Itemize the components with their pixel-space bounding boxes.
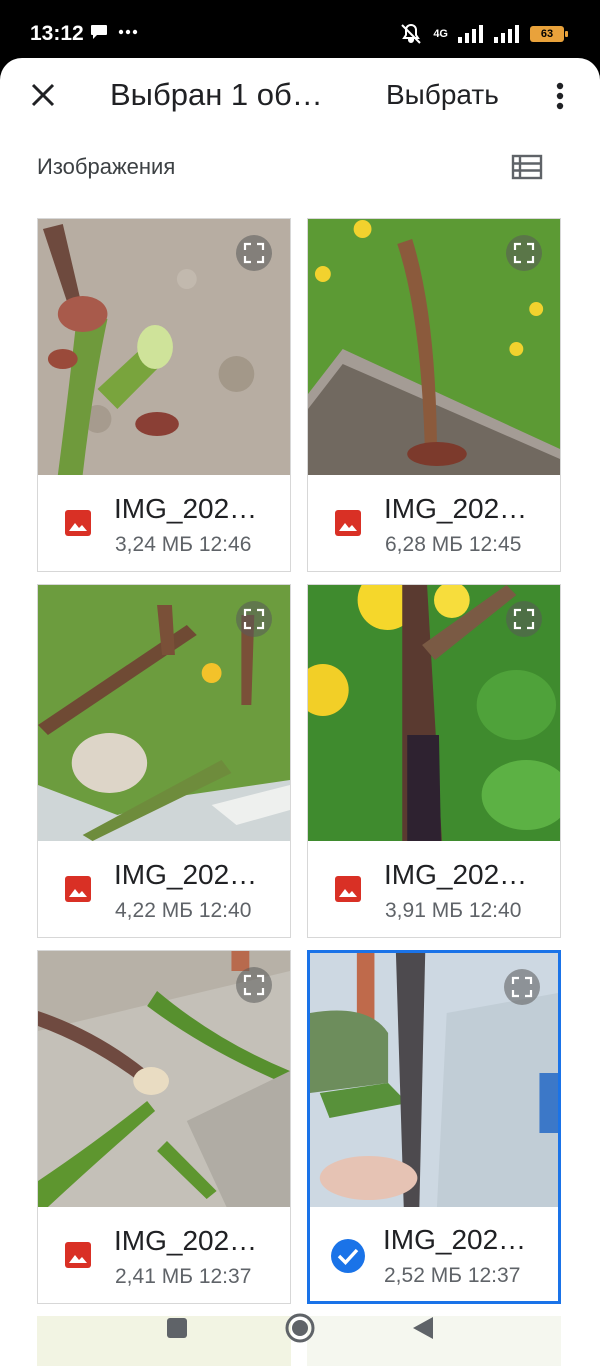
battery-level: 63 [540,28,554,40]
image-file-icon [65,1242,91,1268]
file-meta: 2,52 МБ 12:37 [384,1264,521,1287]
file-name: IMG_202… [114,1225,258,1256]
file-name: IMG_202… [114,493,258,524]
file-card[interactable]: IMG_202… 2,41 МБ 12:37 [37,950,291,1304]
expand-icon[interactable] [236,235,272,271]
page-title: Выбран 1 об… [110,77,323,112]
home-icon[interactable] [284,1312,316,1344]
expand-icon[interactable] [504,969,540,1005]
mute-icon [401,23,422,44]
network-label: 4G [433,27,448,40]
app-bar: Выбран 1 об… Выбрать [0,58,600,138]
status-time: 13:12 [30,22,84,45]
expand-icon[interactable] [506,235,542,271]
file-card[interactable]: IMG_202… 3,91 МБ 12:40 [307,584,561,938]
file-name: IMG_202… [114,859,258,890]
message-icon [91,25,107,39]
expand-icon[interactable] [236,601,272,637]
file-card[interactable]: IMG_202… 4,22 МБ 12:40 [37,584,291,938]
battery-icon: 63 [530,26,568,42]
file-name: IMG_202… [384,859,528,890]
expand-icon[interactable] [236,967,272,1003]
file-name: IMG_202… [383,1224,527,1255]
image-file-icon [335,876,361,902]
file-meta: 6,28 МБ 12:45 [385,533,522,556]
signal-icon-2 [494,25,519,43]
image-file-icon [65,876,91,902]
section-title: Изображения [37,154,176,179]
check-circle-icon [331,1239,365,1273]
file-meta: 2,41 МБ 12:37 [115,1265,252,1288]
file-meta: 4,22 МБ 12:40 [115,899,252,922]
file-picker-sheet: Выбран 1 об… Выбрать Изображения IMG_202… [0,58,600,1366]
file-card-selected[interactable]: IMG_202… 2,52 МБ 12:37 [307,950,561,1304]
signal-icon [458,25,483,43]
file-name: IMG_202… [384,493,528,524]
more-notifications-icon [118,29,138,35]
back-icon[interactable] [411,1315,435,1341]
file-card[interactable]: IMG_202… 3,24 МБ 12:46 [37,218,291,572]
navigation-bar [0,1290,600,1366]
close-icon[interactable] [24,76,62,114]
recent-apps-icon[interactable] [165,1316,189,1340]
file-meta: 3,91 МБ 12:40 [385,899,522,922]
select-button[interactable]: Выбрать [386,79,499,111]
expand-icon[interactable] [506,601,542,637]
list-view-icon[interactable] [510,152,544,182]
more-vert-icon[interactable] [548,78,572,114]
file-card[interactable]: IMG_202… 6,28 МБ 12:45 [307,218,561,572]
image-file-icon [335,510,361,536]
image-file-icon [65,510,91,536]
file-meta: 3,24 МБ 12:46 [115,533,252,556]
